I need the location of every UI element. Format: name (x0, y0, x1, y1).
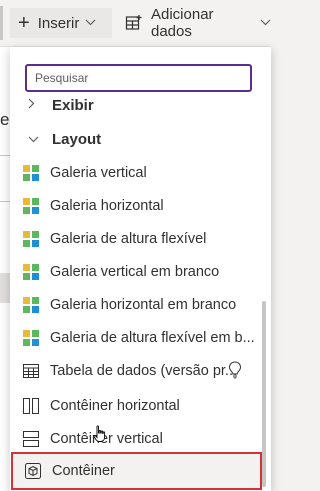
background-text: e (0, 110, 10, 129)
insert-menu-panel: Exibir Layout Galeria vertical Galeria h… (10, 47, 271, 491)
horizontal-container-icon (23, 398, 39, 414)
menu-item-label: Galeria vertical (50, 165, 147, 181)
command-bar: + Inserir Adicionar dados (0, 0, 271, 47)
menu-item-galeria-horizontal[interactable]: Galeria horizontal (10, 196, 260, 216)
vertical-container-icon (23, 431, 39, 447)
divider (0, 155, 10, 156)
menu-item-label: Galeria de altura flexível (50, 231, 207, 247)
chevron-down-icon (85, 17, 96, 29)
gallery-icon (23, 330, 39, 346)
section-layout[interactable]: Layout (10, 129, 260, 149)
menu-item-tabela-de-dados[interactable]: Tabela de dados (versão pr... (10, 361, 260, 381)
canvas-background-block (0, 273, 10, 303)
menu-item-label: Galeria horizontal (50, 198, 164, 214)
gallery-icon (23, 198, 39, 214)
section-label: Exibir (52, 96, 94, 114)
gallery-icon (23, 297, 39, 313)
menu-item-label: Contêiner (52, 463, 115, 479)
add-data-label: Adicionar dados (151, 6, 214, 40)
gallery-icon (23, 165, 39, 181)
lightbulb-icon (228, 361, 242, 379)
toolbar-divider (0, 6, 3, 40)
menu-item-galeria-vertical[interactable]: Galeria vertical (10, 163, 260, 183)
plus-icon: + (18, 12, 30, 34)
menu-item-label: Galeria de altura flexível em b... (50, 330, 255, 346)
section-exibir[interactable]: Exibir (10, 96, 260, 114)
add-data-button[interactable]: Adicionar dados (121, 6, 271, 40)
scrollbar[interactable] (262, 301, 266, 487)
search-input[interactable] (25, 64, 252, 92)
menu-item-conteiner[interactable]: Contêiner (11, 452, 262, 490)
chevron-down-icon (260, 17, 271, 29)
chevron-down-icon (28, 132, 39, 146)
gallery-icon (23, 264, 39, 280)
hand-cursor-icon (93, 425, 107, 443)
insert-button[interactable]: + Inserir (10, 8, 112, 38)
insert-label: Inserir (37, 14, 80, 32)
menu-item-conteiner-horizontal[interactable]: Contêiner horizontal (10, 396, 260, 416)
add-data-icon (125, 14, 143, 32)
menu-item-conteiner-vertical[interactable]: Contêiner vertical (10, 429, 260, 449)
container-icon (25, 463, 41, 479)
table-icon (23, 363, 39, 379)
divider (0, 201, 10, 202)
menu-item-label: Tabela de dados (versão pr... (50, 363, 238, 379)
menu-item-label: Galeria vertical em branco (50, 264, 220, 280)
menu-item-galeria-altura-flexivel-branco[interactable]: Galeria de altura flexível em b... (10, 328, 260, 348)
menu-item-label: Contêiner horizontal (50, 398, 180, 414)
menu-item-galeria-horizontal-branco[interactable]: Galeria horizontal em branco (10, 295, 260, 315)
chevron-right-icon (28, 98, 35, 112)
menu-item-galeria-altura-flexivel[interactable]: Galeria de altura flexível (10, 229, 260, 249)
gallery-icon (23, 231, 39, 247)
section-label: Layout (52, 130, 102, 148)
menu-item-label: Galeria horizontal em branco (50, 297, 237, 313)
menu-item-galeria-vertical-branco[interactable]: Galeria vertical em branco (10, 262, 260, 282)
